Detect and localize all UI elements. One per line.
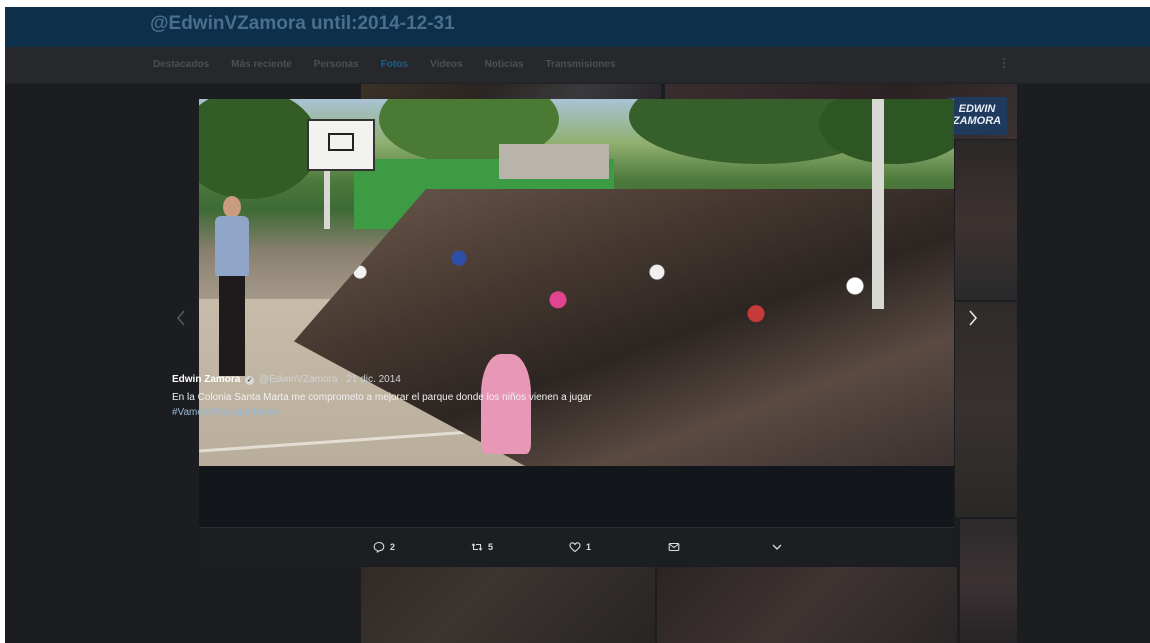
grid-photo[interactable] — [361, 567, 655, 643]
tree — [199, 99, 319, 199]
tab-noticias[interactable]: Noticias — [485, 59, 524, 70]
meta-separator: · — [340, 374, 344, 385]
retweet-count: 5 — [488, 542, 494, 552]
tab-videos[interactable]: Videos — [430, 59, 463, 70]
grid-photo[interactable] — [960, 519, 1017, 643]
pole — [872, 99, 884, 309]
tweet-date[interactable]: 21 dic. 2014 — [346, 374, 401, 385]
search-query-title: @EdwinVZamora until:2014-12-31 — [150, 13, 455, 34]
reply-count: 2 — [390, 542, 396, 552]
hoop-pole — [324, 169, 330, 229]
chevron-right-icon[interactable] — [968, 310, 978, 331]
tweet-body: En la Colonia Santa Marta me comprometo … — [172, 392, 592, 403]
caption-bar — [199, 466, 954, 527]
tab-destacados[interactable]: Destacados — [153, 59, 209, 70]
author-handle[interactable]: @EdwinVZamora — [259, 374, 338, 385]
page-header: @EdwinVZamora until:2014-12-31 — [5, 7, 1150, 47]
reply-icon — [373, 541, 385, 553]
tree — [819, 99, 954, 164]
hashtag-link[interactable]: #VamosATrabajarJuntos — [172, 407, 280, 418]
tweet-actions-bar: 2 5 1 — [199, 527, 954, 565]
retweet-button[interactable]: 5 — [471, 541, 493, 553]
chevron-left-icon[interactable] — [176, 310, 186, 331]
envelope-icon — [668, 542, 680, 552]
author-name[interactable]: Edwin Zamora — [172, 374, 240, 385]
tab-mas-reciente[interactable]: Más reciente — [231, 59, 292, 70]
basketball-hoop — [307, 119, 375, 171]
tab-personas[interactable]: Personas — [314, 59, 359, 70]
heart-icon — [569, 542, 581, 553]
media-viewer-modal: 2 5 1 — [199, 99, 954, 565]
tab-fotos[interactable]: Fotos — [381, 59, 408, 70]
tweet-text: En la Colonia Santa Marta me comprometo … — [172, 390, 592, 420]
grid-photo[interactable] — [657, 567, 957, 643]
grid-photo[interactable] — [955, 302, 1017, 517]
tab-transmisiones[interactable]: Transmisiones — [546, 59, 616, 70]
search-tabs: Destacados Más reciente Personas Fotos V… — [153, 59, 616, 70]
campaign-logo: EDWIN ZAMORA — [947, 97, 1007, 135]
search-nav-bar: Destacados Más reciente Personas Fotos V… — [5, 47, 1150, 84]
more-actions-button[interactable] — [771, 541, 783, 553]
chevron-down-icon — [772, 544, 782, 550]
like-count: 1 — [586, 542, 592, 552]
verified-badge-icon: ✓ — [245, 376, 255, 385]
tweet-header: Edwin Zamora ✓ @EdwinVZamora · 21 dic. 2… — [172, 374, 401, 385]
reply-button[interactable]: 2 — [373, 541, 395, 553]
grid-photo[interactable] — [955, 140, 1017, 300]
speaker-figure — [209, 194, 255, 384]
like-button[interactable]: 1 — [569, 541, 591, 553]
more-options-icon[interactable]: ⋮ — [998, 56, 1010, 70]
direct-message-button[interactable] — [668, 541, 680, 553]
retweet-icon — [471, 543, 483, 551]
building — [499, 144, 609, 179]
